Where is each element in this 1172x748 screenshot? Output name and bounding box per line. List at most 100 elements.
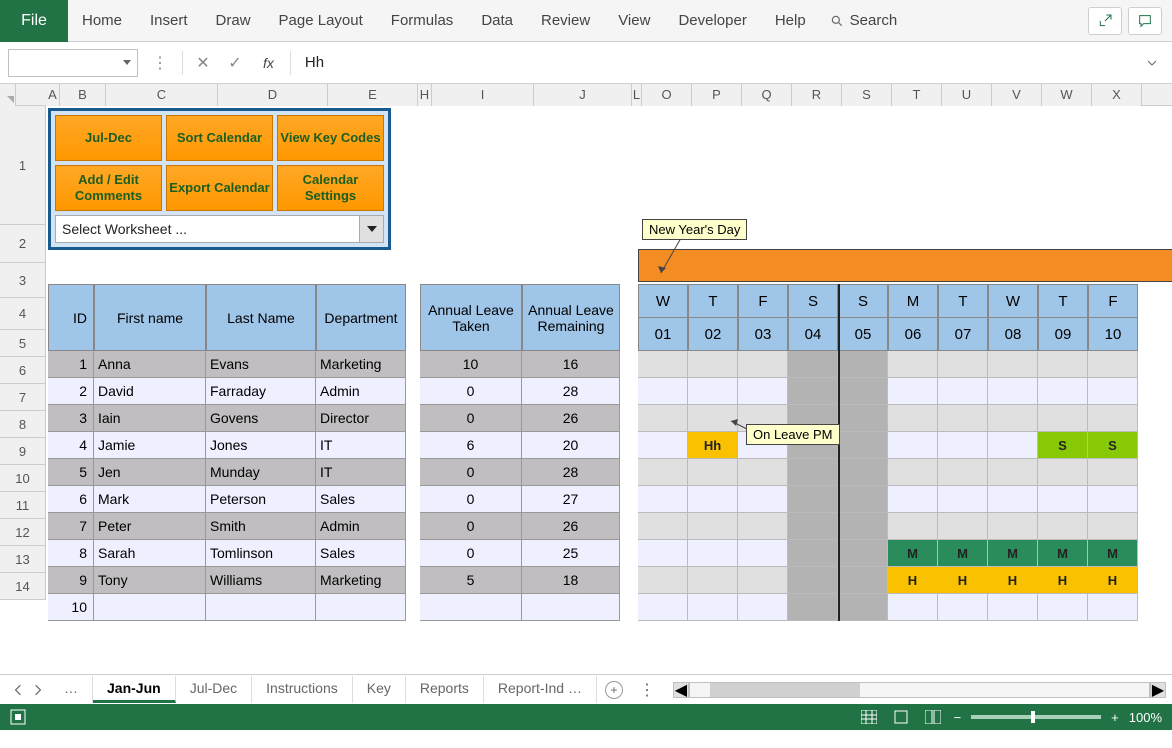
cell-leave-remaining[interactable]: 26 (522, 513, 620, 540)
table-row[interactable]: 3IainGovensDirector026 (48, 405, 620, 432)
calendar-cell[interactable]: H (988, 567, 1038, 594)
calendar-cell[interactable] (838, 513, 888, 540)
column-header[interactable]: U (942, 84, 992, 106)
table-row[interactable]: 9TonyWilliamsMarketing518 (48, 567, 620, 594)
column-header[interactable]: T (892, 84, 942, 106)
calendar-cell[interactable] (988, 513, 1038, 540)
zoom-slider[interactable] (971, 715, 1101, 719)
column-header[interactable]: V (992, 84, 1042, 106)
cell-leave-taken[interactable]: 0 (420, 405, 522, 432)
calendar-cell[interactable] (988, 378, 1038, 405)
cell-first-name[interactable]: Jen (94, 459, 206, 486)
cell-id[interactable]: 6 (48, 486, 94, 513)
calendar-cell[interactable] (938, 594, 988, 621)
sheet-tab[interactable]: Reports (406, 676, 484, 703)
cell-leave-remaining[interactable]: 28 (522, 378, 620, 405)
cell-department[interactable]: Marketing (316, 567, 406, 594)
row-header[interactable]: 5 (0, 330, 46, 357)
row-header[interactable]: 3 (0, 263, 46, 298)
cell-first-name[interactable]: David (94, 378, 206, 405)
calendar-cell[interactable] (638, 432, 688, 459)
calendar-cell[interactable] (888, 594, 938, 621)
calendar-cell[interactable] (1038, 486, 1088, 513)
table-row[interactable]: 1AnnaEvansMarketing1016 (48, 351, 620, 378)
calendar-cell[interactable] (888, 486, 938, 513)
cell-department[interactable] (316, 594, 406, 621)
grid[interactable]: ABCDEHIJLOPQRSTUVWX 1 2 3 4 5 6 7 8 9 10… (0, 84, 1172, 674)
cell-first-name[interactable]: Mark (94, 486, 206, 513)
table-row[interactable]: 6MarkPetersonSales027 (48, 486, 620, 513)
normal-view-button[interactable] (858, 708, 880, 726)
worksheet-select[interactable]: Select Worksheet ... (55, 215, 384, 243)
calendar-cell[interactable]: H (1088, 567, 1138, 594)
calendar-cell[interactable] (838, 405, 888, 432)
calendar-cell[interactable] (1088, 594, 1138, 621)
record-macro-icon[interactable] (10, 709, 26, 725)
calendar-cell[interactable] (838, 594, 888, 621)
cell-leave-taken[interactable]: 0 (420, 378, 522, 405)
calendar-cell[interactable] (988, 459, 1038, 486)
calendar-cell[interactable] (888, 513, 938, 540)
row-header[interactable]: 7 (0, 384, 46, 411)
sheet-tab[interactable]: … (50, 676, 93, 703)
add-edit-comments-button[interactable]: Add / Edit Comments (55, 165, 162, 211)
calendar-cell[interactable] (1038, 378, 1088, 405)
jul-dec-button[interactable]: Jul-Dec (55, 115, 162, 161)
sheet-tab[interactable]: Key (353, 676, 406, 703)
cell-first-name[interactable]: Anna (94, 351, 206, 378)
calendar-cell[interactable]: M (938, 540, 988, 567)
cell-last-name[interactable]: Farraday (206, 378, 316, 405)
calendar-cell[interactable] (638, 513, 688, 540)
zoom-in-button[interactable]: + (1111, 710, 1119, 725)
calendar-cell[interactable]: M (988, 540, 1038, 567)
column-header[interactable]: P (692, 84, 742, 106)
calendar-cell[interactable] (888, 405, 938, 432)
column-header[interactable]: B (60, 84, 106, 106)
sheet-tab[interactable]: Report-Ind … (484, 676, 597, 703)
sheet-tab[interactable]: Jul-Dec (176, 676, 252, 703)
cell-department[interactable]: Admin (316, 513, 406, 540)
cell-last-name[interactable] (206, 594, 316, 621)
calendar-cell[interactable] (838, 351, 888, 378)
calendar-cell[interactable]: M (1088, 540, 1138, 567)
calendar-cell[interactable] (638, 378, 688, 405)
cell-first-name[interactable]: Peter (94, 513, 206, 540)
cell-leave-taken[interactable]: 10 (420, 351, 522, 378)
cell-department[interactable]: Sales (316, 540, 406, 567)
calendar-cell[interactable] (638, 594, 688, 621)
cell-leave-remaining[interactable]: 28 (522, 459, 620, 486)
calendar-cell[interactable] (788, 540, 838, 567)
calendar-cell[interactable] (1088, 459, 1138, 486)
calendar-cell[interactable] (838, 567, 888, 594)
cell-department[interactable]: IT (316, 459, 406, 486)
cancel-button[interactable]: ✕ (191, 51, 215, 75)
row-header[interactable]: 9 (0, 438, 46, 465)
calendar-cell[interactable] (888, 459, 938, 486)
cell-id[interactable]: 8 (48, 540, 94, 567)
calendar-cell[interactable]: H (888, 567, 938, 594)
cell-leave-remaining[interactable]: 20 (522, 432, 620, 459)
calendar-cell[interactable] (888, 432, 938, 459)
cell-last-name[interactable]: Munday (206, 459, 316, 486)
table-row[interactable]: 5JenMundayIT028 (48, 459, 620, 486)
column-header[interactable]: A (46, 84, 60, 106)
calendar-cell[interactable] (788, 378, 838, 405)
tab-view[interactable]: View (604, 0, 664, 42)
export-calendar-button[interactable]: Export Calendar (166, 165, 273, 211)
calendar-cell[interactable] (738, 540, 788, 567)
calendar-cell[interactable] (788, 486, 838, 513)
file-tab[interactable]: File (0, 0, 68, 42)
cell-first-name[interactable]: Iain (94, 405, 206, 432)
calendar-cell[interactable] (688, 351, 738, 378)
row-header[interactable]: 12 (0, 519, 46, 546)
scroll-left-button[interactable]: ◀ (673, 682, 689, 698)
column-header[interactable]: W (1042, 84, 1092, 106)
cell-id[interactable]: 2 (48, 378, 94, 405)
cell-last-name[interactable]: Tomlinson (206, 540, 316, 567)
calendar-cell[interactable] (688, 567, 738, 594)
cell-leave-remaining[interactable]: 27 (522, 486, 620, 513)
calendar-cell[interactable] (738, 351, 788, 378)
calendar-cell[interactable] (1038, 351, 1088, 378)
cell-leave-taken[interactable]: 0 (420, 459, 522, 486)
next-sheet-button[interactable] (32, 684, 44, 696)
